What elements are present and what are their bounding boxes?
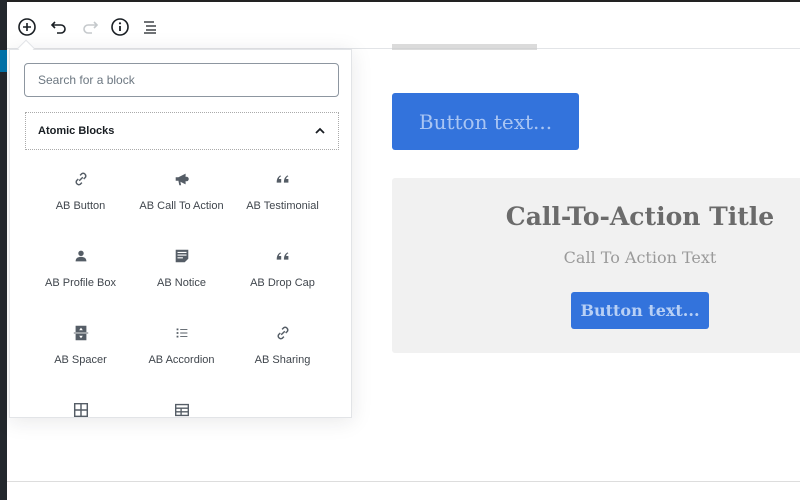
admin-sidebar-edge bbox=[0, 0, 7, 500]
block-ab-testimonial[interactable]: AB Testimonial bbox=[232, 160, 333, 237]
spacer-icon bbox=[73, 325, 88, 341]
block-ab-button[interactable]: AB Button bbox=[30, 160, 131, 237]
block-label: AB Profile Box bbox=[45, 277, 116, 289]
editor-toolbar bbox=[7, 2, 800, 49]
cta-title[interactable]: Call-To-Action Title bbox=[392, 202, 800, 231]
cta-button[interactable]: Button text... bbox=[571, 292, 709, 329]
active-menu-indicator bbox=[0, 50, 7, 72]
block-label: AB Drop Cap bbox=[250, 277, 315, 289]
table-icon bbox=[174, 403, 189, 417]
block-table[interactable] bbox=[131, 391, 232, 417]
quote-icon bbox=[276, 252, 288, 260]
link-icon bbox=[277, 326, 288, 340]
block-label: AB Call To Action bbox=[139, 200, 224, 212]
undo-icon bbox=[50, 21, 66, 34]
block-ab-sharing[interactable]: AB Sharing bbox=[232, 314, 333, 391]
block-grid-layout[interactable] bbox=[30, 391, 131, 417]
notice-icon bbox=[175, 249, 188, 263]
outline-button[interactable] bbox=[138, 15, 162, 39]
block-label: AB Accordion bbox=[148, 354, 215, 366]
info-icon bbox=[111, 18, 129, 36]
list-icon bbox=[176, 328, 187, 338]
block-grid: AB Button AB Call To Action AB Testimoni… bbox=[30, 160, 333, 417]
chevron-up-icon bbox=[315, 127, 325, 134]
divider bbox=[7, 481, 800, 482]
add-block-button[interactable] bbox=[15, 15, 39, 39]
block-ab-drop-cap[interactable]: AB Drop Cap bbox=[232, 237, 333, 314]
list-outline-icon bbox=[144, 21, 156, 34]
block-ab-notice[interactable]: AB Notice bbox=[131, 237, 232, 314]
cut-off-heading bbox=[392, 44, 537, 50]
block-ab-accordion[interactable]: AB Accordion bbox=[131, 314, 232, 391]
block-search-input[interactable] bbox=[24, 63, 339, 97]
plus-circle-icon bbox=[18, 18, 36, 36]
block-label: AB Testimonial bbox=[246, 200, 319, 212]
redo-button[interactable] bbox=[78, 15, 102, 39]
call-to-action-block[interactable]: Call-To-Action Title Call To Action Text… bbox=[392, 178, 800, 353]
block-ab-spacer[interactable]: AB Spacer bbox=[30, 314, 131, 391]
block-ab-profile-box[interactable]: AB Profile Box bbox=[30, 237, 131, 314]
block-ab-call-to-action[interactable]: AB Call To Action bbox=[131, 160, 232, 237]
person-icon bbox=[75, 250, 86, 262]
block-label: AB Notice bbox=[157, 277, 206, 289]
info-button[interactable] bbox=[108, 15, 132, 39]
panel-title: Atomic Blocks bbox=[38, 125, 115, 137]
cta-text[interactable]: Call To Action Text bbox=[392, 248, 800, 267]
link-icon bbox=[75, 172, 86, 186]
block-inserter-popover: Atomic Blocks AB Button AB Call To Actio… bbox=[9, 49, 352, 418]
redo-icon bbox=[83, 21, 99, 34]
block-label: AB Button bbox=[55, 200, 106, 212]
megaphone-icon bbox=[175, 173, 189, 186]
grid-icon bbox=[73, 402, 88, 417]
quote-icon bbox=[276, 175, 288, 183]
button-block[interactable]: Button text... bbox=[392, 93, 579, 150]
block-label: AB Sharing bbox=[254, 354, 311, 366]
atomic-blocks-panel-toggle[interactable]: Atomic Blocks bbox=[25, 112, 339, 150]
undo-button[interactable] bbox=[47, 15, 71, 39]
block-label: AB Spacer bbox=[54, 354, 107, 366]
